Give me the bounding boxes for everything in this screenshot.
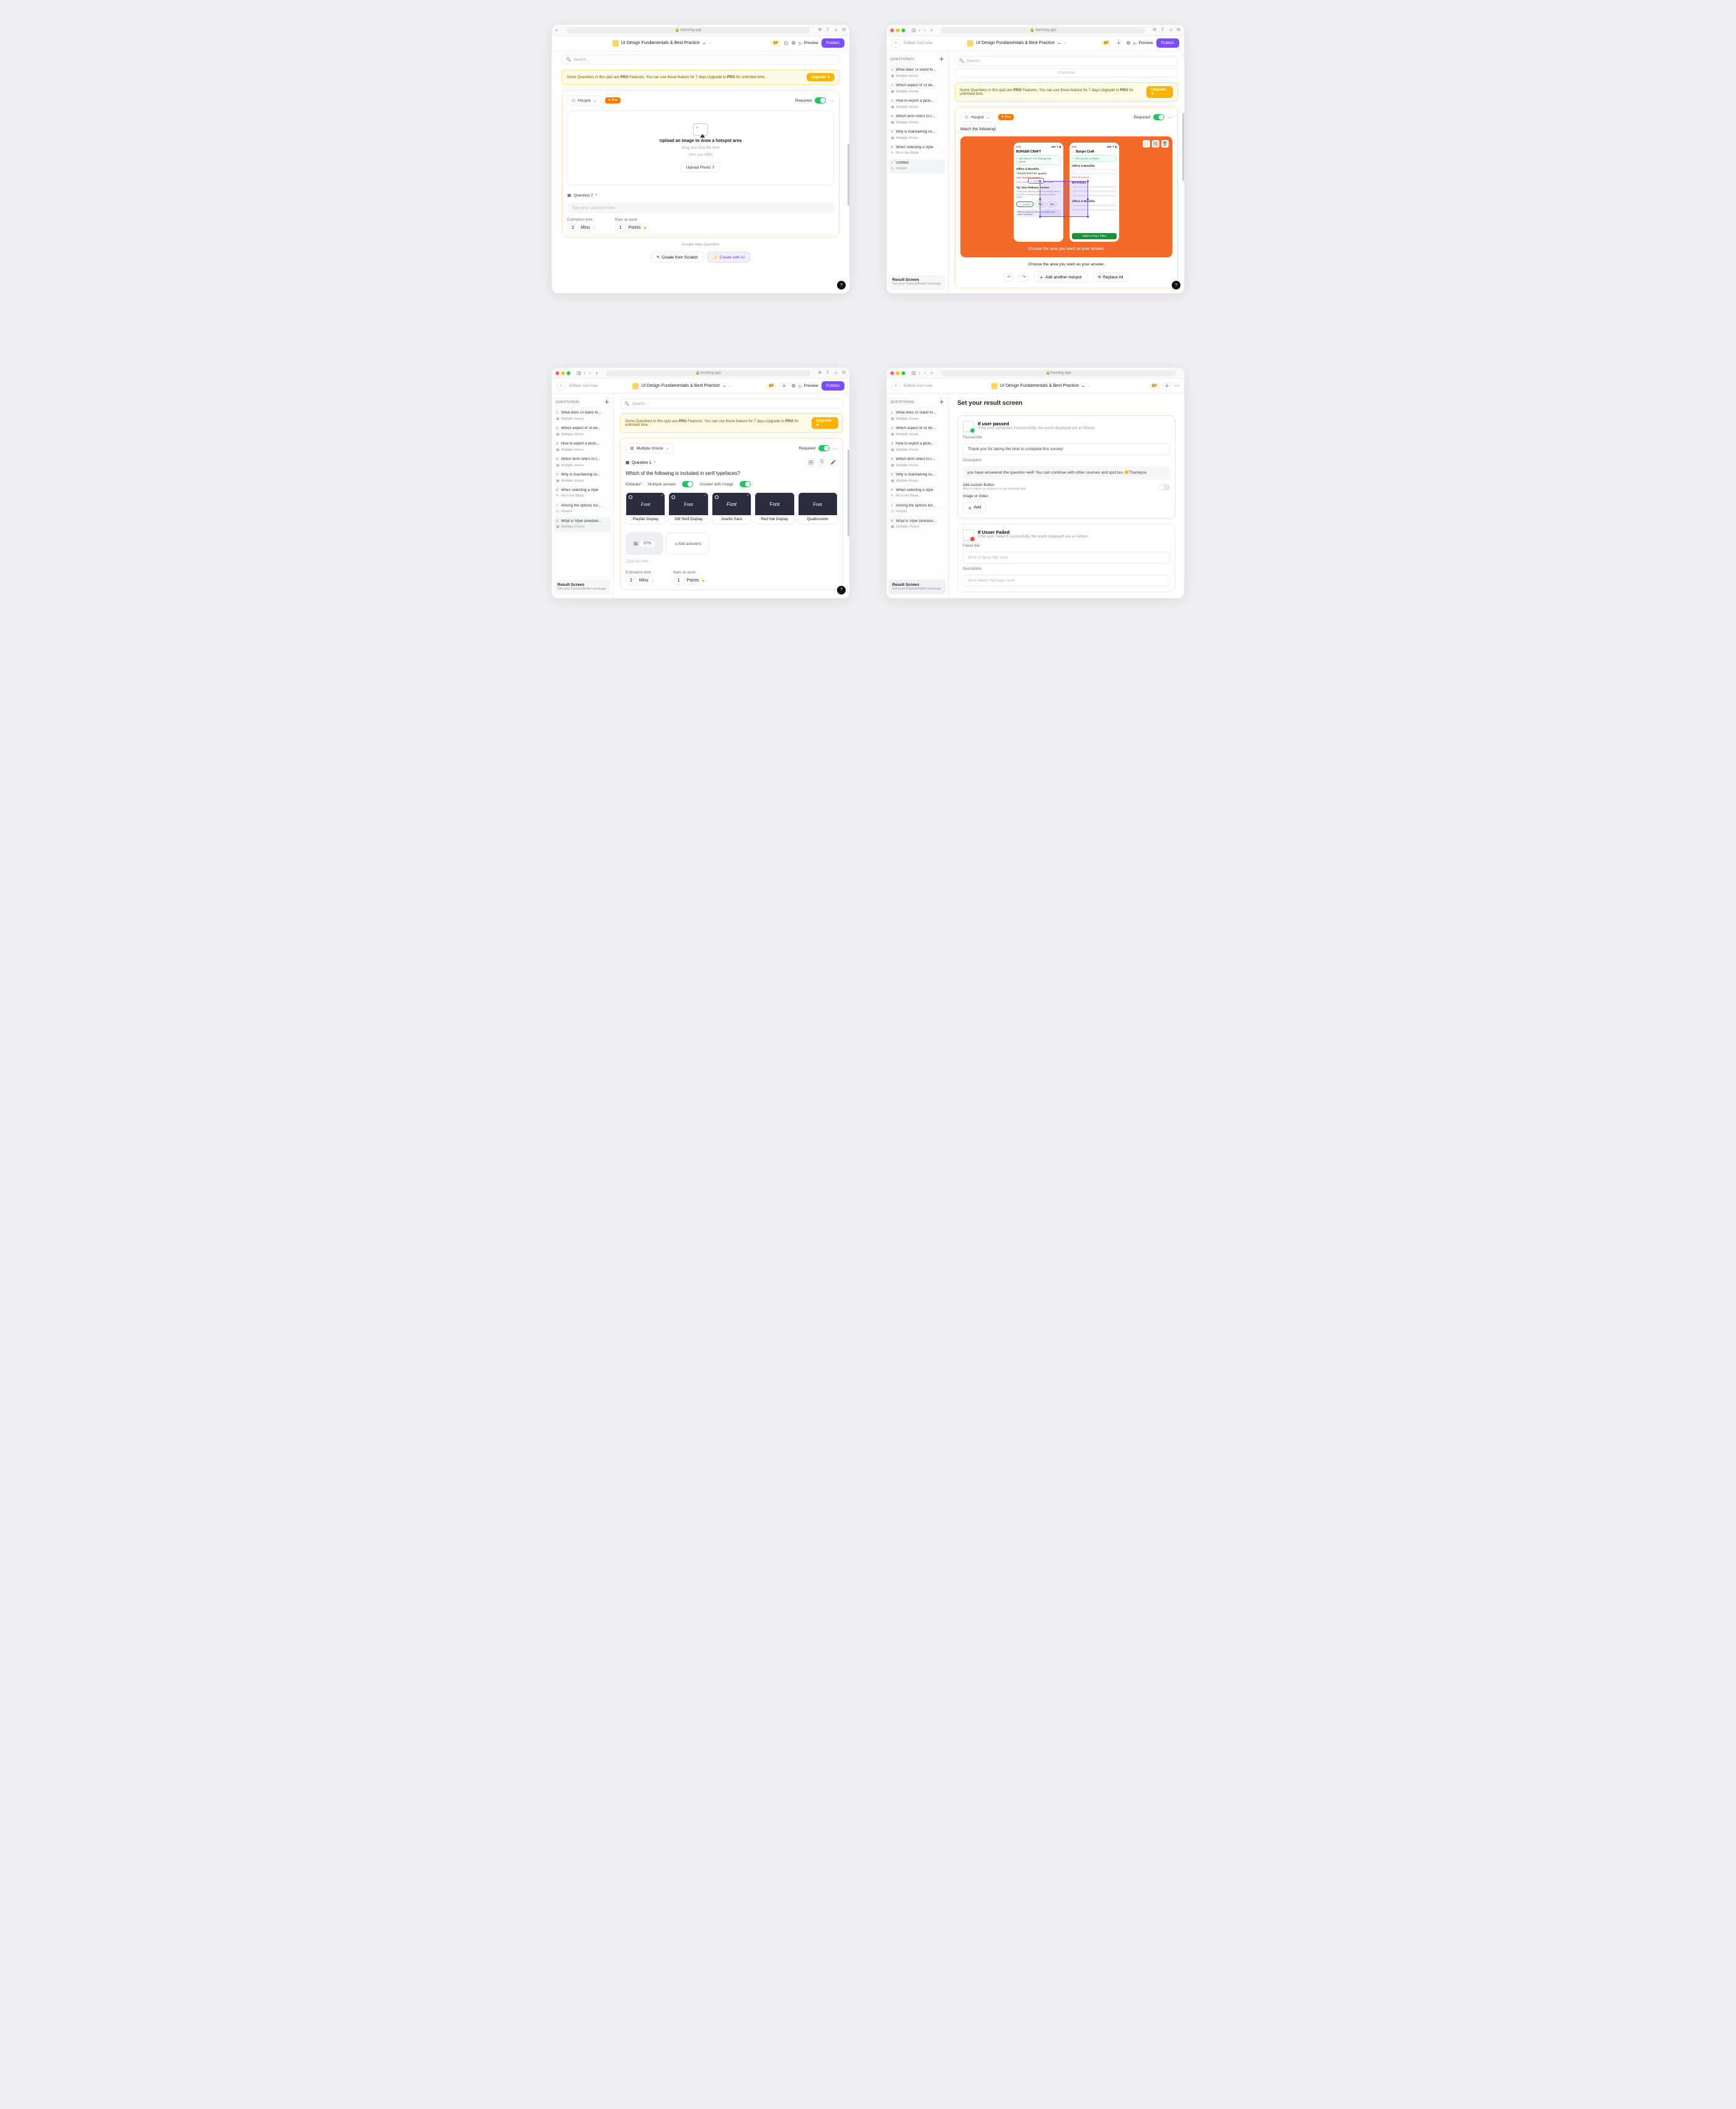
undo-button[interactable]: ↶ — [1004, 273, 1013, 281]
add-media-button[interactable]: ＋ Add — [963, 502, 986, 513]
back-button[interactable]: ‹ — [892, 39, 900, 48]
redo-button[interactable]: ↷ — [1019, 273, 1028, 281]
sparkle-icon: ✨ — [713, 255, 718, 260]
question-sidebar: QUESTION(7)＋ 1What does UI stand fo...▦M… — [887, 51, 949, 293]
choice-card[interactable]: ×FontPlayfair Display — [626, 492, 665, 524]
custom-button-toggle[interactable] — [1159, 484, 1170, 490]
add-hotspot-button[interactable]: ＋ Add another hotspot — [1034, 272, 1086, 283]
trash-icon[interactable]: 🗑 — [1161, 140, 1169, 148]
add-button[interactable]: ＋ — [1114, 39, 1123, 48]
add-question-button[interactable]: ＋ — [939, 56, 944, 63]
window-b: ▥ ‹› ◐ 🔒 trenning.app ⊕⇪＋⧉ ‹ Edited Just… — [887, 25, 1184, 293]
pro-badge: ✦ Pro — [605, 97, 621, 104]
shield-icon: ◐ — [556, 27, 559, 33]
window-a: ◐ 🔒 trenning.app ⊕ ⇪ ＋ ⧉ UI Design Funda… — [552, 25, 849, 293]
create-scratch-button[interactable]: ✎Create from Scratch — [651, 252, 704, 263]
doc-icon — [613, 40, 619, 46]
continue-button[interactable]: Continue — [955, 68, 1178, 77]
app-bar: UI Design Fundamentals & Best Practice ☁… — [552, 36, 849, 51]
cloud-icon: ☁ — [702, 41, 706, 45]
required-toggle[interactable] — [815, 97, 826, 104]
pass-card: If user passedIf the user completes it s… — [957, 415, 1176, 519]
doc-title[interactable]: UI Design Fundamentals & Best Practice ☁… — [613, 40, 712, 46]
result-card[interactable]: Result Screen Set your Passed/failed mes… — [889, 275, 946, 290]
points-input[interactable]: 1 — [615, 224, 626, 232]
image-icon[interactable]: 🖼 — [1152, 140, 1159, 148]
hotspot-canvas[interactable]: ⛶ 🖼 🗑 9:41●●● ⦿ ▮ BURGER CRAFT 150 Joine… — [960, 136, 1172, 257]
tabs-icon[interactable]: ⧉ — [842, 27, 846, 33]
page-title: Set your result screen — [957, 400, 1176, 407]
info-icon[interactable]: ⓘ — [593, 225, 596, 231]
url-bar[interactable]: 🔒 trenning.app — [566, 27, 810, 33]
scrollbar[interactable] — [848, 144, 849, 206]
failed-title-input[interactable]: Write a failed title here — [963, 552, 1170, 564]
more-icon[interactable]: ⋯ — [829, 98, 834, 104]
search-icon: 🔍 — [566, 57, 571, 62]
question-input[interactable]: Type your question here — [567, 203, 834, 213]
chevron-down-icon: ⌄ — [593, 98, 597, 103]
search-input[interactable]: 🔍Search... — [562, 55, 839, 64]
download-icon[interactable]: ⊕ — [818, 27, 822, 33]
est-mins-input[interactable]: 2 — [567, 224, 578, 232]
plus-icon[interactable]: ＋ — [833, 27, 838, 33]
clock-icon[interactable]: ◴ — [784, 40, 788, 46]
multi-answer-toggle[interactable] — [682, 481, 693, 487]
fail-icon — [963, 529, 974, 541]
question-icon: ▦ — [567, 193, 571, 198]
browser-chrome: ◐ 🔒 trenning.app ⊕ ⇪ ＋ ⧉ — [552, 25, 849, 36]
hotspot-panel: ◎Hospot⌄ ✦ Pro Required⋯ Upload an image… — [562, 90, 839, 237]
image-icon[interactable]: 🖼 — [807, 458, 815, 467]
image-upload-icon — [693, 123, 708, 136]
pencil-icon: ✎ — [657, 255, 660, 260]
shield-icon: ◐ — [931, 27, 934, 33]
window-d: ▥ ‹› ◐ 🔒 trenning.app ‹Edited Just now U… — [887, 368, 1184, 598]
share-icon[interactable]: ⇪ — [826, 27, 830, 33]
passed-title-input[interactable]: Thank you for taking the time to complet… — [963, 443, 1170, 455]
upgrade-button[interactable]: Upgrade ✦ — [807, 73, 835, 81]
code-icon[interactable]: ⎘ — [818, 458, 826, 467]
phone-mock-1: 9:41●●● ⦿ ▮ BURGER CRAFT 150 Joined! +9%… — [1014, 143, 1063, 242]
drag-handle-icon[interactable]: ⋮⋮ — [611, 443, 621, 449]
forward-icon: › — [924, 27, 926, 33]
choices-grid: ×FontPlayfair Display ×FontDM Serif Disp… — [626, 492, 838, 524]
upload-button[interactable]: Upload Photo ⇧ — [681, 162, 721, 172]
add-answers-button[interactable]: ＋ Add answers — [666, 533, 709, 555]
percent-card[interactable]: 🖼97% — [626, 533, 663, 555]
upload-area[interactable]: Upload an image to draw a hotspot area D… — [567, 110, 834, 185]
gear-icon[interactable]: ⚙ — [791, 40, 795, 46]
replace-all-button[interactable]: ⟲ Replace All — [1093, 272, 1128, 282]
gear-icon[interactable]: ⚙ — [1126, 40, 1130, 46]
crop-icon[interactable]: ⛶ — [1143, 140, 1150, 148]
create-ai-button[interactable]: ✨Create with AI — [707, 252, 751, 263]
help-button[interactable]: ? — [837, 281, 846, 290]
publish-button[interactable]: Publish — [822, 38, 844, 48]
play-icon: ▷ — [799, 41, 802, 46]
pass-icon — [963, 421, 974, 432]
lock-icon: 🔒 — [675, 28, 680, 32]
user-badge[interactable]: BF — [771, 41, 781, 46]
fail-card: If Usser FailedIf the user Failed it suc… — [957, 524, 1176, 592]
preview-button[interactable]: ▷Preview — [799, 41, 818, 46]
sidebar-icon[interactable]: ▥ — [911, 27, 916, 33]
hotspot-selection[interactable]: ✓ Correct × — [1040, 181, 1088, 217]
image-answer-toggle[interactable] — [740, 481, 751, 487]
mic-icon[interactable]: 🎤 — [829, 458, 838, 467]
question-type-chip[interactable]: ◎Hospot⌄ — [567, 95, 601, 105]
back-icon[interactable]: ‹ — [919, 27, 921, 33]
chevron-down-icon: ⌄ — [709, 41, 712, 45]
target-icon: ◎ — [572, 98, 575, 103]
window-c: ▥ ‹› ◐ 🔒 trenning.app ⊕⇪＋⧉ ‹Edited Just … — [552, 368, 849, 598]
failed-desc-input[interactable]: Write failed message here — [963, 575, 1170, 586]
passed-desc-input[interactable]: you have answered the question well! You… — [963, 466, 1170, 480]
sidebar-item[interactable]: 1What does UI stand fo...▦Multiple choic… — [889, 66, 946, 81]
info-icon[interactable]: ⓘ — [1183, 52, 1184, 59]
pro-banner: Some Questions in this quiz are PRO Feat… — [562, 69, 839, 85]
close-icon[interactable]: × — [661, 494, 663, 498]
